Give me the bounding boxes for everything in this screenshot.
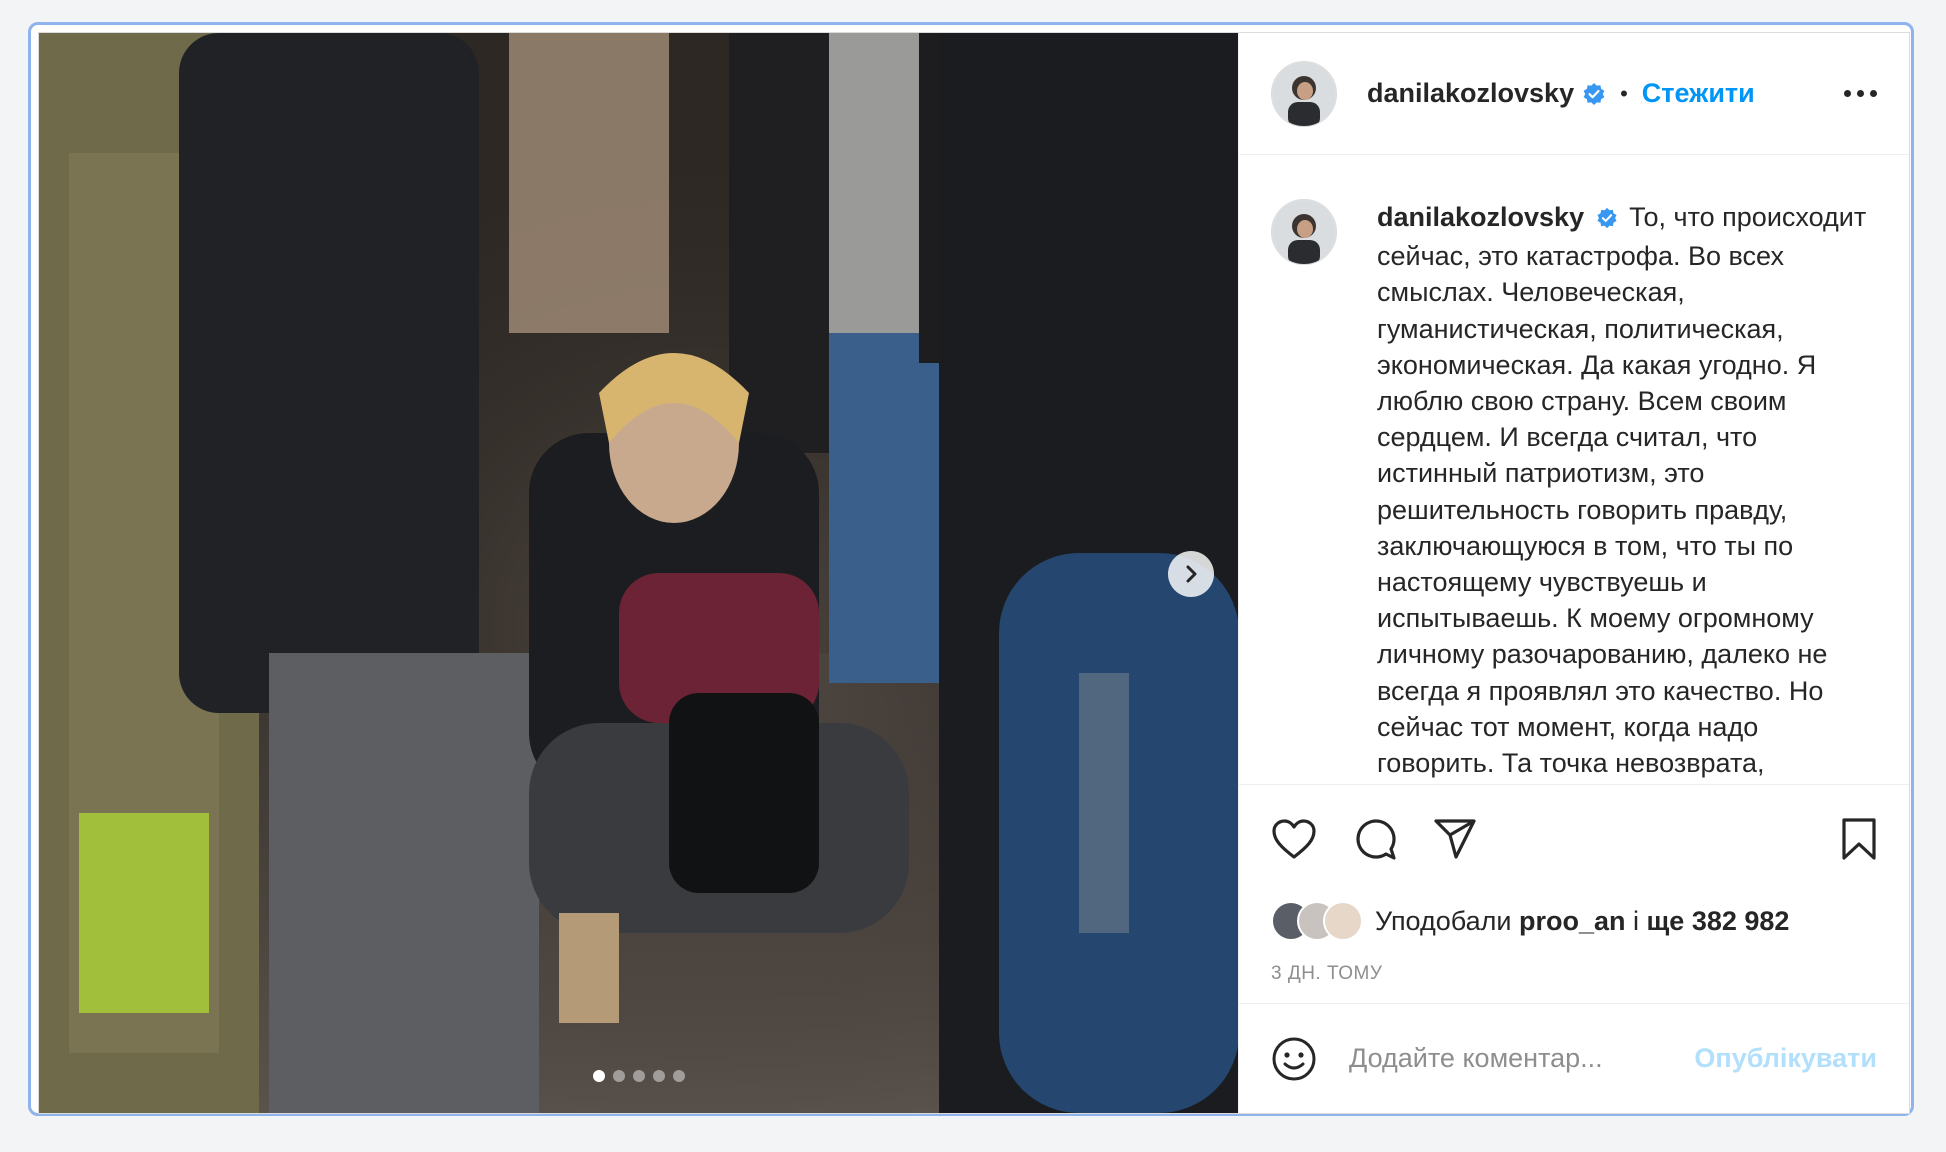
caption-username[interactable]: danilakozlovsky [1377,202,1584,232]
emoji-icon[interactable] [1271,1036,1317,1082]
comment-input[interactable] [1347,1042,1671,1075]
avatar [1323,901,1363,941]
likes-conjunction: і [1633,905,1639,936]
comment-icon[interactable] [1353,817,1397,861]
comment-bar: Опублікувати [1239,1003,1909,1113]
header-separator: • [1620,80,1628,106]
carousel-dot [672,1070,685,1082]
carousel-dot [652,1070,665,1082]
carousel-dot [592,1070,605,1082]
carousel-indicator [39,1070,1238,1082]
caption-avatar[interactable] [1271,199,1337,265]
likes-username[interactable]: proo_an [1519,906,1626,936]
likes-text: Уподобали proo_an і ще 382 982 [1375,906,1789,937]
likes-prefix: Уподобали [1375,905,1512,936]
likes-row: Уподобали proo_an і ще 382 982 [1239,893,1909,949]
more-options-icon[interactable] [1844,90,1877,97]
verified-badge-icon [1582,82,1606,106]
caption-section: danilakozlovsky То, что происходит сейча… [1239,155,1909,785]
post-photo[interactable] [39,33,1238,1113]
instagram-post: danilakozlovsky • Стежити danilakozlovsk… [38,32,1910,1114]
publish-button[interactable]: Опублікувати [1694,1043,1877,1074]
avatar-image [1272,200,1336,264]
avatar[interactable] [1271,60,1337,127]
carousel-dot [632,1070,645,1082]
caption-text: danilakozlovsky То, что происходит сейча… [1377,199,1877,784]
heart-icon[interactable] [1271,818,1317,860]
caption-body: То, что происходит сейчас, это катастроф… [1377,202,1867,779]
action-bar [1239,785,1909,893]
bookmark-icon[interactable] [1841,817,1877,861]
share-icon[interactable] [1433,818,1477,860]
header-username[interactable]: danilakozlovsky [1367,78,1574,109]
liker-avatars [1271,901,1363,941]
follow-button[interactable]: Стежити [1642,78,1755,109]
post-header: danilakozlovsky • Стежити [1239,33,1909,155]
likes-count[interactable]: ще 382 982 [1647,906,1790,936]
carousel-next-button[interactable] [1168,551,1214,597]
post-sidebar: danilakozlovsky • Стежити danilakozlovsk… [1238,33,1909,1113]
photo-illustration [39,33,1238,1113]
carousel-dot [612,1070,625,1082]
post-timestamp[interactable]: 3 ДН. ТОМУ [1239,963,1909,1003]
verified-badge-icon [1596,202,1618,238]
chevron-right-icon [1186,565,1197,583]
avatar-image [1272,61,1336,126]
